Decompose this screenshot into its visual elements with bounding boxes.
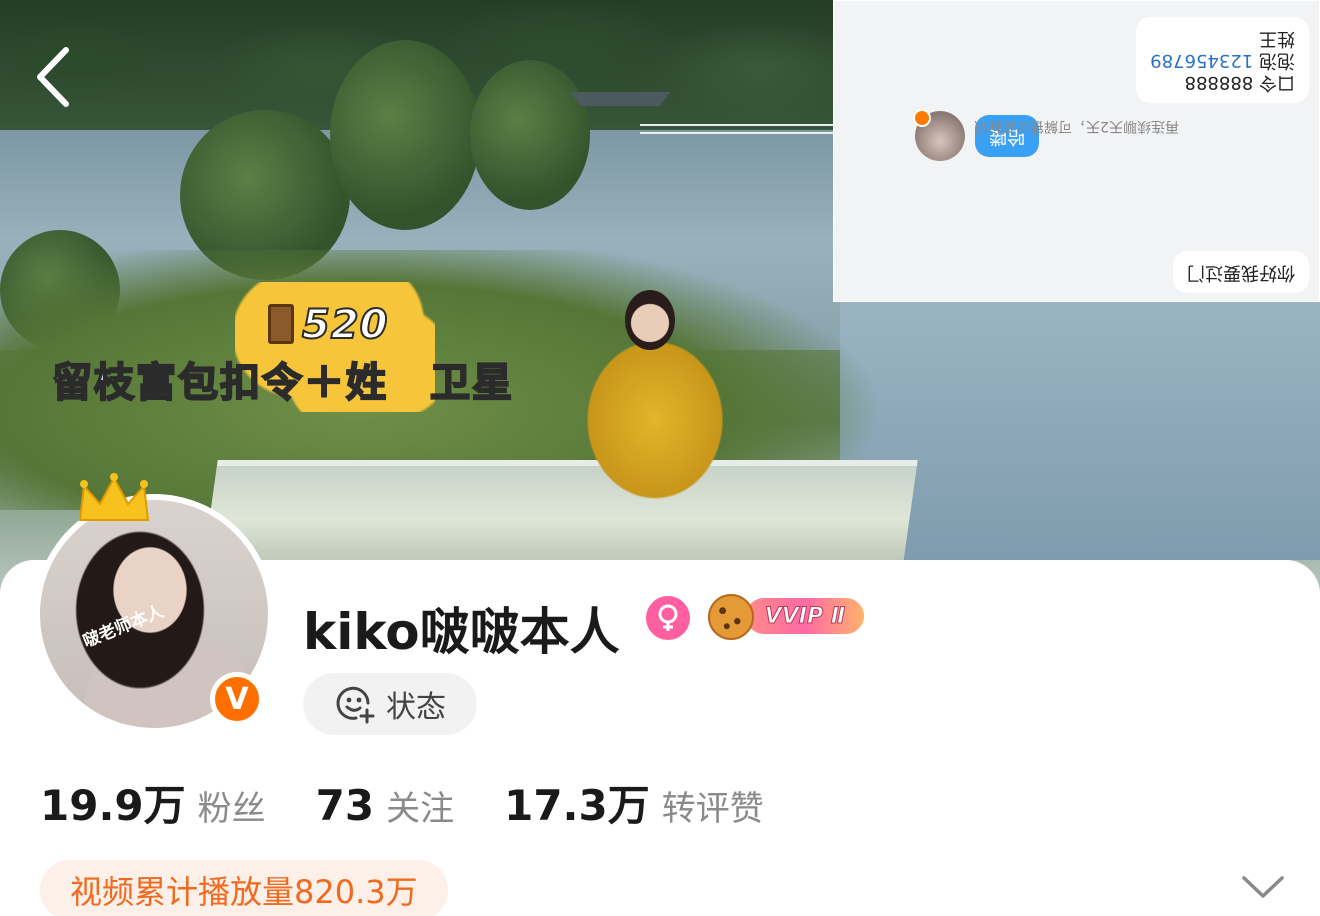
cookie-icon [708,594,754,640]
chevron-left-icon [37,47,69,107]
verified-badge: V [210,672,264,726]
stat-value: 73 [315,781,375,830]
profile-name: kiko啵啵本人 [303,603,620,661]
background-lake-right [840,300,1320,560]
stat-value: 17.3万 [504,781,650,830]
bubble-label: 泡泡 [1259,50,1295,71]
status-button[interactable]: 状态 [303,673,477,735]
vip-badge[interactable]: VVIP Ⅱ [706,590,866,642]
chevron-down-icon[interactable] [1238,872,1288,902]
chat-screenshot-overlay: 你好我要过门 哈喽 再连续聊天2天，可解锁火花标识 口令 888888 泡泡 1… [833,0,1320,302]
smiley-plus-icon [336,686,375,724]
back-button[interactable] [30,42,78,112]
cover-person-head [625,290,675,350]
promo-slogan: 留枝富包扣令＋姓 卫星 [51,359,514,407]
chat-message-row: 你好我要过门 [1173,251,1309,293]
profile-stats: 19.9万 粉丝 73 关注 17.3万 转评赞 [40,772,814,833]
chat-bubble-codes: 口令 888888 泡泡 123456789 姓王 [1136,17,1309,103]
stat-followers[interactable]: 19.9万 粉丝 [40,772,266,833]
pin-label: 口令 [1259,72,1295,93]
avatar-watermark: 啵老师本人 [80,601,167,653]
surname-line: 姓王 [1259,28,1295,49]
pin-value: 888888 [1184,72,1254,93]
status-button-label: 状态 [386,690,446,725]
video-plays-summary[interactable]: 视频累计播放量820.3万 [40,860,448,916]
background-tree [330,40,480,230]
crown-icon [78,473,150,521]
stat-label: 关注 [386,789,455,829]
background-bridge [640,124,835,134]
door-icon [268,304,294,344]
stat-label: 粉丝 [197,789,266,829]
bubble-value: 123456789 [1150,50,1254,71]
stat-value: 19.9万 [40,781,186,830]
female-icon [646,596,690,640]
background-tree [470,60,590,210]
stat-interactions[interactable]: 17.3万 转评赞 [504,772,764,833]
chat-message-row: 口令 888888 泡泡 123456789 姓王 [1136,17,1309,103]
chat-streak-notice: 再连续聊天2天，可解锁火花标识 [974,118,1179,134]
chat-bubble-greeting: 你好我要过门 [1173,251,1309,293]
promo-number: 520 [301,301,389,349]
stat-label: 转评赞 [661,789,764,829]
avatar-container[interactable]: 啵老师本人 V [34,473,274,734]
stat-following[interactable]: 73 关注 [316,781,454,830]
vip-badge-label: VVIP Ⅱ [746,598,864,634]
promo-sticker: 520 留枝富包扣令＋姓 卫星 [40,282,600,432]
